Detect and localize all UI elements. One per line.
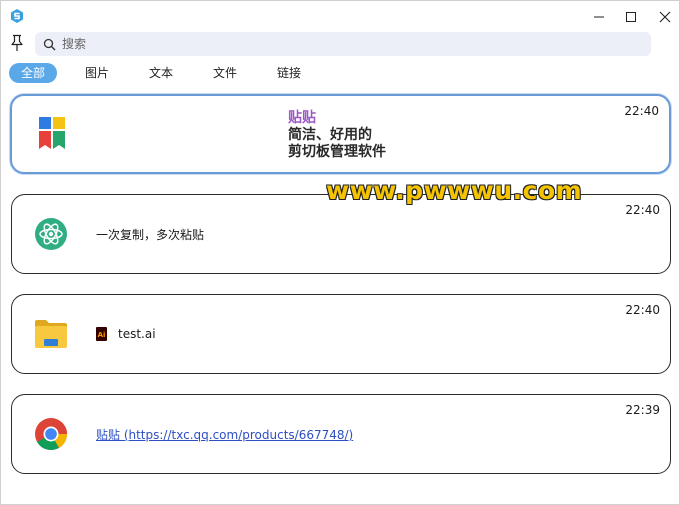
folder-icon [35, 320, 67, 348]
close-button[interactable] [655, 7, 675, 27]
maximize-button[interactable] [621, 7, 641, 27]
file-entry: Ai test.ai [96, 327, 156, 341]
tab-all[interactable]: 全部 [9, 63, 57, 83]
tab-images[interactable]: 图片 [85, 63, 109, 83]
category-tabs: 全部 图片 文本 文件 链接 [9, 62, 301, 84]
item-text: 一次复制，多次粘贴 [96, 228, 205, 242]
promo-text: 贴贴 简洁、好用的 剪切板管理软件 [288, 110, 386, 161]
watermark: www.pwwwu.com [326, 176, 583, 205]
clipboard-item[interactable]: 贴贴 简洁、好用的 剪切板管理软件 22:40 [10, 94, 671, 174]
clipboard-item[interactable]: 一次复制，多次粘贴 22:40 [11, 194, 671, 274]
clipboard-item[interactable]: 贴贴 (https://txc.qq.com/products/667748/)… [11, 394, 671, 474]
title-bar [1, 1, 680, 31]
maximize-icon [626, 12, 636, 22]
tab-text[interactable]: 文本 [149, 63, 173, 83]
tab-files[interactable]: 文件 [213, 63, 237, 83]
pin-icon [11, 34, 23, 51]
illustrator-file-icon: Ai [96, 327, 107, 341]
app-logo-icon [11, 9, 23, 23]
item-time: 22:40 [625, 203, 660, 217]
minimize-icon [594, 16, 604, 18]
promo-line-2: 剪切板管理软件 [288, 144, 386, 160]
item-time: 22:40 [624, 104, 659, 118]
search-icon [43, 37, 57, 51]
app-logo-icon [39, 117, 65, 149]
tab-links[interactable]: 链接 [277, 63, 301, 83]
minimize-button[interactable] [589, 7, 609, 27]
pin-button[interactable] [8, 33, 26, 53]
close-icon [659, 11, 671, 23]
search-bar[interactable] [35, 32, 651, 56]
atom-icon [35, 218, 67, 250]
item-time: 22:40 [625, 303, 660, 317]
file-name: test.ai [118, 327, 156, 341]
item-link[interactable]: 贴贴 (https://txc.qq.com/products/667748/) [96, 426, 353, 443]
svg-text:Ai: Ai [98, 331, 106, 339]
promo-title: 贴贴 [288, 110, 316, 126]
item-time: 22:39 [625, 403, 660, 417]
clipboard-item[interactable]: Ai test.ai 22:40 [11, 294, 671, 374]
search-input[interactable] [62, 37, 622, 51]
chrome-icon [35, 418, 68, 451]
promo-line-1: 简洁、好用的 [288, 127, 372, 143]
